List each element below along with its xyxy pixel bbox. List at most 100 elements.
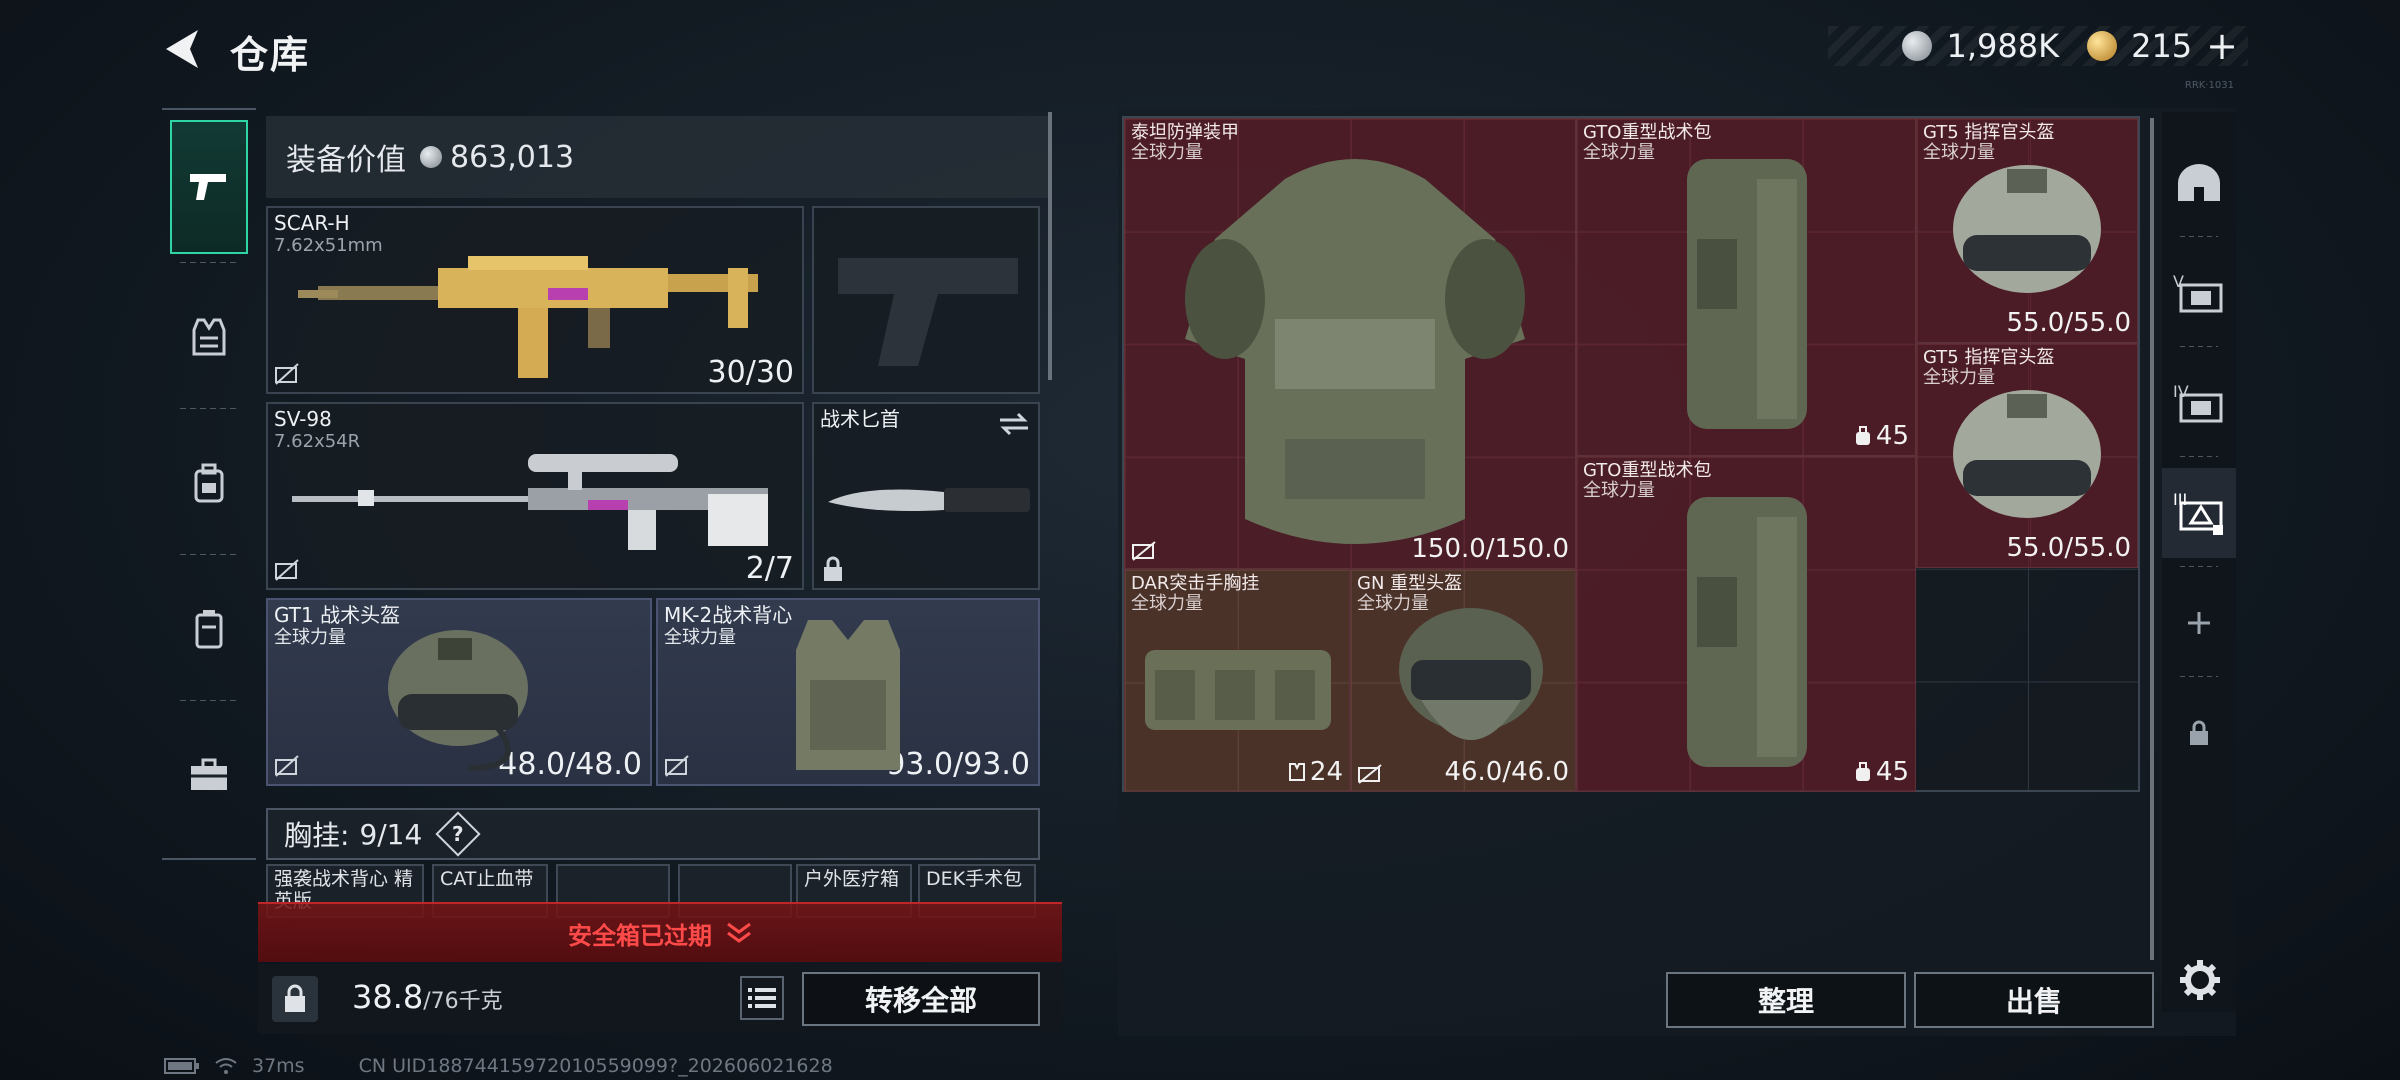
transfer-all-button[interactable]: 转移全部 <box>802 972 1040 1026</box>
capacity-value: 45 <box>1875 757 1909 787</box>
armor-name: MK-2战术背心 <box>664 603 793 627</box>
secondary-weapon-slot[interactable]: SV-98 7.62x54R 2/7 <box>266 402 804 590</box>
version-code: RRK·1031 <box>2184 80 2234 91</box>
user-uid: CN UID18874415972010559099?_202606021628 <box>358 1055 833 1077</box>
weight-lock-button[interactable] <box>272 976 318 1022</box>
item-name: GT5 指挥官头盔 <box>1923 122 2055 143</box>
item-durability: 46.0/46.0 <box>1444 757 1569 787</box>
silver-amount: 1,988K <box>1946 27 2060 65</box>
storage-item[interactable]: GTO重型战术包 全球力量 45 <box>1576 456 1916 792</box>
chest-rig-capacity: 9/14 <box>359 817 423 851</box>
equipment-value-amount: 863,013 <box>450 139 575 175</box>
silver-coin-icon <box>420 146 442 168</box>
armor-v-icon: V <box>2173 272 2223 313</box>
melee-slot[interactable]: 战术匕首 <box>812 402 1040 590</box>
pistol-icon <box>190 174 226 200</box>
armor-icon <box>1185 159 1525 544</box>
no-drop-icon <box>275 755 299 777</box>
storage-item[interactable]: GT5 指挥官头盔 全球力量 55.0/55.0 <box>1916 343 2138 568</box>
safebox-expired-banner[interactable]: 安全箱已过期 <box>258 902 1062 962</box>
add-filter-button[interactable] <box>2162 578 2236 668</box>
storage-item[interactable]: GN 重型头盔 全球力量 46.0/46.0 <box>1350 569 1576 792</box>
no-drop-icon <box>1132 541 1156 561</box>
gold-coin-icon <box>2087 31 2118 61</box>
capacity-icon <box>1855 426 1870 445</box>
loadout-panel: 装备价值 863,013 SCAR-H 7.62x51mm 30/30 SV-9… <box>266 112 1062 1032</box>
item-name: DAR突击手胸挂 <box>1131 573 1260 594</box>
briefcase-icon <box>191 758 227 790</box>
helmet-icon <box>388 630 528 771</box>
locked-filter-button[interactable] <box>2162 688 2236 778</box>
loadout-scrollbar[interactable] <box>1048 112 1052 380</box>
page-title: 仓库 <box>230 33 311 77</box>
lock-icon <box>824 556 842 581</box>
battery-icon <box>164 1058 199 1074</box>
storage-panel: 泰坦防弹装甲 全球力量 150.0/150.0 GTO重型战术包 全球力量 45… <box>1118 108 2236 1036</box>
storage-item[interactable]: GT5 指挥官头盔 全球力量 55.0/55.0 <box>1916 118 2138 343</box>
loadout-footer: 38.8/76千克 转移全部 <box>258 964 1062 1034</box>
capacity-icon <box>1855 762 1870 781</box>
carry-weight: 38.8/76千克 <box>352 978 503 1016</box>
knife-icon <box>828 488 1030 512</box>
vest-icon <box>192 318 226 356</box>
filter-helmet-button[interactable] <box>2162 138 2236 228</box>
helmet-slot[interactable]: GT1 战术头盔 全球力量 48.0/48.0 <box>266 598 652 786</box>
backpack-icon <box>1687 159 1807 429</box>
category-sidebar <box>162 108 256 860</box>
item-faction: 全球力量 <box>1131 593 1203 614</box>
capacity-value: 45 <box>1875 421 1909 451</box>
storage-item[interactable]: 泰坦防弹装甲 全球力量 150.0/150.0 <box>1124 118 1576 569</box>
wifi-icon <box>215 1058 237 1074</box>
gold-amount: 215 <box>2131 27 2193 65</box>
helmet-icon <box>1953 390 2101 518</box>
list-view-button[interactable] <box>740 976 784 1020</box>
helmet-icon <box>1399 608 1543 740</box>
item-faction: 全球力量 <box>1583 142 1655 163</box>
armor-iv-icon: IV <box>2173 382 2223 423</box>
status-bar: 37ms CN UID18874415972010559099?_2026060… <box>164 1054 833 1078</box>
add-currency-button[interactable]: + <box>2206 24 2238 68</box>
pistol-placeholder-icon <box>838 258 1018 366</box>
filter-armor-iii-button[interactable]: III <box>2162 468 2236 558</box>
chest-rig-icon <box>1145 650 1331 730</box>
filter-armor-iv-button[interactable]: IV <box>2162 358 2236 448</box>
settings-button[interactable] <box>2170 950 2230 1010</box>
filter-armor-v-button[interactable]: V <box>2162 248 2236 338</box>
back-button[interactable] <box>160 26 206 72</box>
storage-item[interactable]: GTO重型战术包 全球力量 45 <box>1576 118 1916 456</box>
swap-icon[interactable] <box>998 412 1030 436</box>
vest-capacity-icon <box>1288 763 1305 781</box>
plus-icon <box>2188 612 2210 634</box>
chest-rig-label: 胸挂: <box>284 819 350 852</box>
category-vest[interactable] <box>170 270 248 404</box>
item-faction: 全球力量 <box>1923 142 1995 163</box>
rifle-icon <box>298 256 758 378</box>
capacity-value: 24 <box>1309 757 1343 787</box>
sniper-rifle-icon <box>292 454 768 550</box>
sell-button[interactable]: 出售 <box>1914 972 2154 1028</box>
storage-item[interactable]: DAR突击手胸挂 全球力量 24 <box>1124 569 1350 792</box>
pistol-slot[interactable] <box>812 206 1040 394</box>
sort-button[interactable]: 整理 <box>1666 972 1906 1028</box>
item-capacity: 24 <box>1288 757 1343 787</box>
primary-weapon-slot[interactable]: SCAR-H 7.62x51mm 30/30 <box>266 206 804 394</box>
item-name: GTO重型战术包 <box>1583 122 1712 143</box>
no-drop-icon <box>275 559 299 581</box>
currency-bar: 1,988K 215 + <box>1828 24 2248 68</box>
help-button[interactable]: ? <box>435 811 481 857</box>
double-chevron-down-icon <box>727 922 751 943</box>
no-drop-icon <box>1358 764 1382 784</box>
item-durability: 55.0/55.0 <box>2006 308 2131 338</box>
back-arrow-icon <box>166 30 198 68</box>
category-toolbox[interactable] <box>170 708 248 842</box>
storage-scrollbar[interactable] <box>2150 118 2154 960</box>
category-container[interactable] <box>170 562 248 696</box>
no-drop-icon <box>665 755 689 777</box>
item-faction: 全球力量 <box>1131 142 1203 163</box>
melee-name: 战术匕首 <box>820 407 900 431</box>
help-icon: ? <box>452 821 465 846</box>
armor-slot[interactable]: MK-2战术背心 全球力量 93.0/93.0 <box>656 598 1040 786</box>
category-weapons[interactable] <box>170 120 248 254</box>
category-backpack[interactable] <box>170 416 248 550</box>
weight-max: /76千克 <box>423 989 503 1014</box>
